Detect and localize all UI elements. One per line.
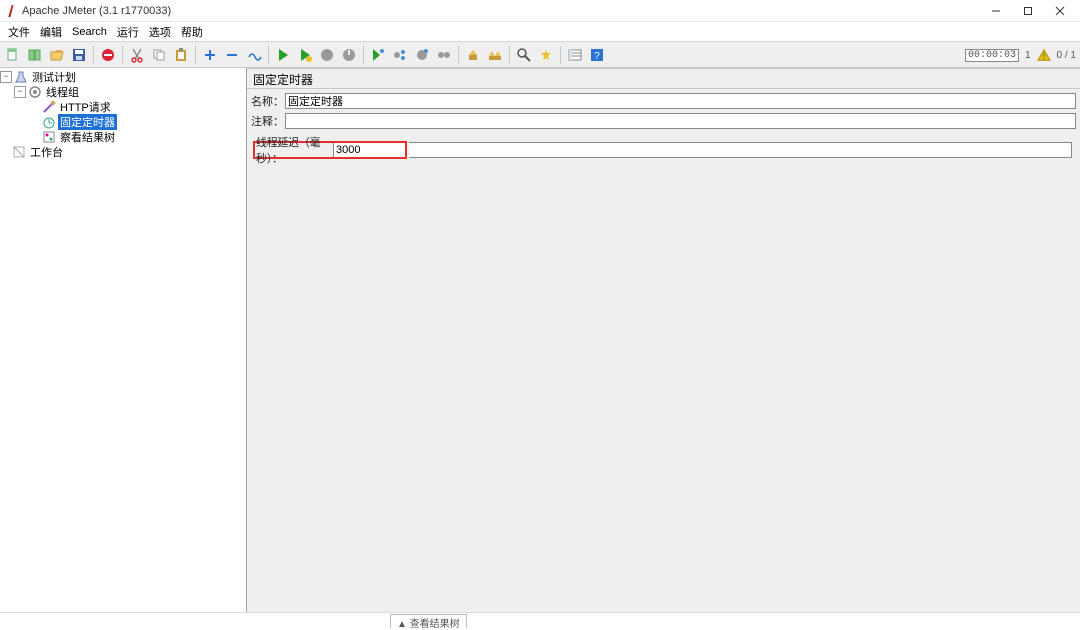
tree-node-constant-timer[interactable]: 固定定时器 [42, 114, 246, 129]
save-icon[interactable] [69, 45, 89, 65]
tree-node-view-results[interactable]: 察看结果树 [42, 129, 246, 144]
search-icon[interactable] [514, 45, 534, 65]
jmeter-logo-icon [6, 4, 18, 18]
collapse-icon[interactable] [222, 45, 242, 65]
svg-text:?: ? [594, 51, 600, 62]
thread-delay-input[interactable] [333, 143, 405, 157]
menu-run[interactable]: 运行 [113, 23, 143, 41]
thread-count: 0 / 1 [1057, 50, 1076, 61]
test-plan-tree[interactable]: − 测试计划 − 线程组 [0, 68, 247, 612]
tree-collapse-icon[interactable]: − [14, 86, 26, 98]
window-titlebar: Apache JMeter (3.1 r1770033) [0, 0, 1080, 22]
menu-help[interactable]: 帮助 [177, 23, 207, 41]
warning-icon[interactable] [1037, 48, 1051, 62]
comment-input[interactable] [285, 113, 1076, 129]
menu-file[interactable]: 文件 [4, 23, 34, 41]
tree-collapse-icon[interactable]: − [0, 71, 12, 83]
open-file-icon[interactable] [47, 45, 67, 65]
menu-search[interactable]: Search [68, 25, 111, 39]
toolbar: ? 00:00:03 1 0 / 1 [0, 42, 1080, 68]
reset-search-icon[interactable] [536, 45, 556, 65]
elapsed-timer: 00:00:03 [965, 49, 1019, 62]
toggle-icon[interactable] [244, 45, 264, 65]
thread-group-icon [28, 85, 42, 99]
copy-icon[interactable] [149, 45, 169, 65]
stop-icon[interactable] [317, 45, 337, 65]
window-minimize-button[interactable] [980, 1, 1012, 21]
start-icon[interactable] [273, 45, 293, 65]
name-label: 名称： [251, 93, 285, 109]
sampler-icon [42, 100, 56, 114]
menu-edit[interactable]: 编辑 [36, 23, 66, 41]
footer-bar: ▲ 查看结果树 [0, 612, 1080, 628]
comment-label: 注释： [251, 113, 285, 129]
panel-title: 固定定时器 [247, 69, 1080, 89]
thread-delay-field-extension[interactable] [409, 142, 1072, 158]
menubar: 文件 编辑 Search 运行 选项 帮助 [0, 22, 1080, 42]
timer-icon [42, 115, 56, 129]
comment-row: 注释： [251, 111, 1076, 131]
templates-icon[interactable] [25, 45, 45, 65]
remote-stop-icon[interactable] [412, 45, 432, 65]
paste-icon[interactable] [171, 45, 191, 65]
results-tree-icon [42, 130, 56, 144]
clear-all-icon[interactable] [485, 45, 505, 65]
workbench-icon [12, 145, 26, 159]
close-icon[interactable] [98, 45, 118, 65]
cut-icon[interactable] [127, 45, 147, 65]
new-file-icon[interactable] [3, 45, 23, 65]
warning-count: 1 [1025, 50, 1031, 61]
expand-icon[interactable] [200, 45, 220, 65]
tree-node-thread-group[interactable]: − 线程组 [14, 84, 246, 99]
help-icon[interactable]: ? [587, 45, 607, 65]
name-input[interactable] [285, 93, 1076, 109]
tree-node-test-plan[interactable]: − 测试计划 [0, 69, 246, 84]
beaker-icon [14, 70, 28, 84]
window-title: Apache JMeter (3.1 r1770033) [22, 5, 171, 17]
window-controls [980, 1, 1076, 21]
footer-tab[interactable]: ▲ 查看结果树 [390, 614, 467, 628]
function-helper-icon[interactable] [565, 45, 585, 65]
remote-start-icon[interactable] [368, 45, 388, 65]
menu-options[interactable]: 选项 [145, 23, 175, 41]
tree-node-workbench[interactable]: 工作台 [0, 144, 246, 159]
thread-delay-row: 线程延迟（毫秒）： [253, 141, 407, 159]
name-row: 名称： [251, 91, 1076, 111]
remote-start-all-icon[interactable] [390, 45, 410, 65]
shutdown-icon[interactable] [339, 45, 359, 65]
thread-delay-label: 线程延迟（毫秒）： [255, 134, 331, 166]
editor-pane: 固定定时器 名称： 注释： 线程延迟（毫秒）： [247, 68, 1080, 612]
window-maximize-button[interactable] [1012, 1, 1044, 21]
clear-icon[interactable] [463, 45, 483, 65]
remote-shutdown-icon[interactable] [434, 45, 454, 65]
start-no-pause-icon[interactable] [295, 45, 315, 65]
window-close-button[interactable] [1044, 1, 1076, 21]
tree-node-http-request[interactable]: HTTP请求 [42, 99, 246, 114]
